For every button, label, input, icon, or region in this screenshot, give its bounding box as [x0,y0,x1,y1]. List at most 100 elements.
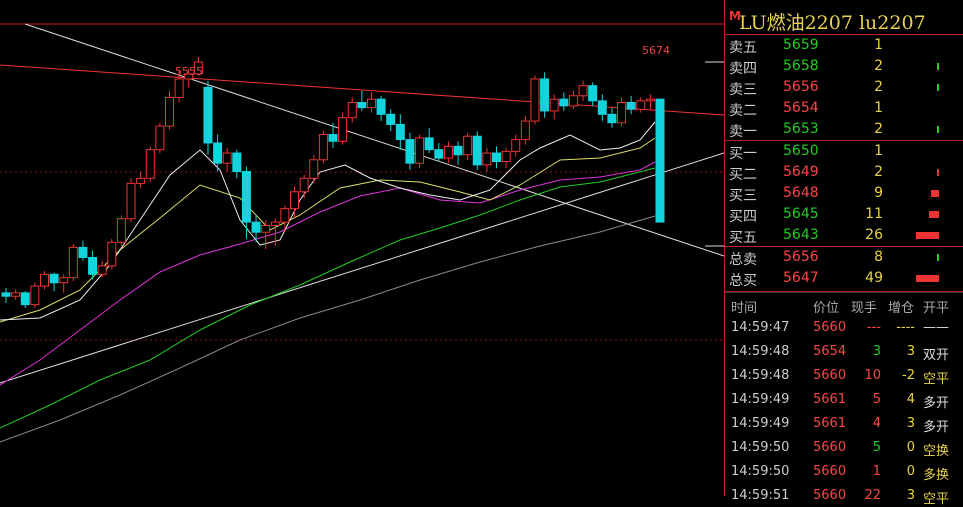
candle-up [145,149,155,179]
trade-row[interactable]: 14:59:50 5660 1 0 多换 [725,459,963,483]
volume-bar [915,275,939,282]
candle-up [30,285,40,306]
book-row-total-0[interactable]: 总卖 5656 8 [725,247,963,268]
candle-down [203,86,213,144]
level-price: 5645 [783,206,819,222]
column-header: 现手 [851,301,878,316]
candle-down [424,137,434,151]
volume-bar [931,190,939,197]
candle-down [588,85,598,102]
book-row-bid-3[interactable]: 买四 5645 11 [725,204,963,225]
candle-up [59,277,69,284]
level-quantity: 26 [865,227,883,243]
candle-down [405,139,415,164]
candle-up [116,218,126,243]
trade-row[interactable]: 14:59:48 5660 10 -2 空平 [725,363,963,387]
book-row-ask-0[interactable]: 卖五 5659 1 [725,35,963,56]
candle-down [78,246,88,258]
descending-trendline [24,23,724,257]
level-price: 5656 [783,249,819,265]
candle-down [213,142,223,164]
book-row-bid-2[interactable]: 买三 5648 9 [725,183,963,204]
level-label: 总买 [729,273,757,289]
trade-volume: --- [866,320,881,335]
level-quantity: 2 [874,121,883,137]
candle-up [155,125,165,151]
trade-open-interest: -2 [902,368,915,383]
volume-bar [915,232,939,239]
level-quantity: 49 [865,270,883,286]
book-row-ask-4[interactable]: 卖一 5653 2 [725,119,963,140]
level-quantity: 8 [874,249,883,265]
level-label: 买一 [729,146,757,162]
candle-up [617,102,627,124]
instrument-title: LU燃油2207 lu2207 [739,12,926,34]
level-label: 卖三 [729,82,757,98]
candle-up [309,159,319,179]
trade-volume: 3 [872,344,881,359]
trade-time: 14:59:47 [731,320,790,335]
candle-up [530,78,540,122]
candle-down [376,98,386,115]
trade-type: 多换 [923,468,950,483]
candle-down [559,98,569,107]
book-row-bid-1[interactable]: 买二 5649 2 [725,162,963,183]
candle-down [1,292,11,297]
trade-type: 多开 [923,420,950,435]
level-quantity: 2 [874,164,883,180]
trade-row[interactable]: 14:59:49 5661 4 3 多开 [725,411,963,435]
candlestick-chart[interactable]: 5555 5674 [0,0,724,496]
candle-up [222,152,232,164]
candle-up [568,95,578,107]
trade-row[interactable]: 14:59:49 5661 5 4 多开 [725,387,963,411]
book-row-ask-3[interactable]: 卖二 5654 1 [725,98,963,119]
trade-open-interest: 3 [906,344,915,359]
volume-bar [937,169,939,176]
candle-up [107,241,117,267]
ma-60-line [0,167,656,429]
trade-row[interactable]: 14:59:47 5660 --- ---- —— [725,315,963,339]
volume-bar [929,211,939,218]
trade-volume: 4 [872,416,881,431]
level-quantity: 1 [874,100,883,116]
level-label: 卖二 [729,103,757,119]
volume-bar [937,126,939,133]
candle-down [88,256,98,275]
trade-row[interactable]: 14:59:48 5654 3 3 双开 [725,339,963,363]
candle-down [626,102,636,110]
level-price: 5648 [783,185,819,201]
trade-price: 5661 [813,392,847,407]
candle-up [636,100,646,110]
book-row-total-1[interactable]: 总买 5647 49 [725,268,963,289]
candle-up [511,139,521,152]
candle-up [11,292,21,297]
level-price: 5653 [783,121,819,137]
trade-volume: 1 [872,464,881,479]
trade-type: —— [923,320,949,335]
trade-volume: 5 [872,440,881,455]
trade-price: 5654 [813,344,847,359]
candle-up [165,96,174,127]
trade-row[interactable]: 14:59:51 5660 22 3 空平 [725,483,963,507]
trade-price: 5660 [813,464,847,479]
book-row-bid-4[interactable]: 买五 5643 26 [725,225,963,246]
level-price: 5643 [783,227,819,243]
candle-down [251,221,261,233]
trade-list[interactable]: 14:59:47 5660 --- ---- —— 14:59:48 5654 3 3 双开 14:… [725,315,963,507]
book-row-ask-1[interactable]: 卖四 5658 2 [725,56,963,77]
level-quantity: 2 [874,58,883,74]
trade-open-interest: 3 [906,416,915,431]
book-row-ask-2[interactable]: 卖三 5656 2 [725,77,963,98]
volume-bar [937,63,939,70]
trade-row[interactable]: 14:59:50 5660 5 0 空换 [725,435,963,459]
candle-up [270,221,280,226]
candle-up [482,152,492,166]
candle-up [318,134,328,161]
trade-price: 5660 [813,440,847,455]
high-price-label: 5555 [175,65,203,78]
level-label: 买二 [729,167,757,183]
column-header: 开平 [923,301,950,316]
book-row-bid-0[interactable]: 买一 5650 1 [725,141,963,162]
candle-up [68,246,78,279]
candle-up [645,98,655,102]
